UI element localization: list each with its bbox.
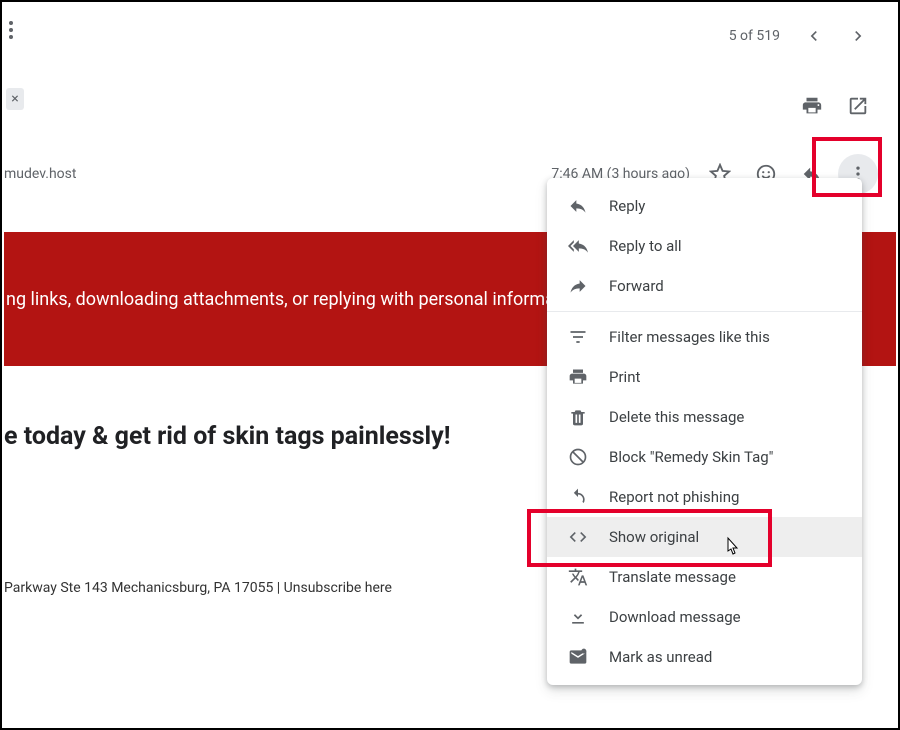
translate-icon xyxy=(567,566,589,588)
menu-reply[interactable]: Reply xyxy=(547,186,862,226)
open-in-new-button[interactable] xyxy=(838,86,878,126)
menu-reply-all[interactable]: Reply to all xyxy=(547,226,862,266)
menu-mark-unread[interactable]: Mark as unread xyxy=(547,637,862,677)
close-icon: × xyxy=(11,91,18,107)
code-icon xyxy=(567,526,589,548)
label-chip-remove[interactable]: × xyxy=(6,88,24,110)
more-menu: Reply Reply to all Forward Filter messag… xyxy=(547,178,862,685)
menu-reply-label: Reply xyxy=(609,197,645,215)
mark-unread-icon xyxy=(567,646,589,668)
menu-block[interactable]: Block "Remedy Skin Tag" xyxy=(547,437,862,477)
menu-show-original[interactable]: Show original xyxy=(547,517,862,557)
menu-mark-unread-label: Mark as unread xyxy=(609,648,712,666)
sender-domain: mudev.host xyxy=(4,166,76,182)
menu-download[interactable]: Download message xyxy=(547,597,862,637)
menu-translate[interactable]: Translate message xyxy=(547,557,862,597)
delete-icon xyxy=(567,406,589,428)
pager-text: 5 of 519 xyxy=(729,28,780,44)
menu-block-label: Block "Remedy Skin Tag" xyxy=(609,448,774,466)
forward-icon xyxy=(567,275,589,297)
menu-report[interactable]: Report not phishing xyxy=(547,477,862,517)
next-button[interactable] xyxy=(838,16,878,56)
subject-line: e today & get rid of skin tags painlessl… xyxy=(4,422,451,451)
print-icon xyxy=(567,366,589,388)
download-icon xyxy=(567,606,589,628)
menu-translate-label: Translate message xyxy=(609,568,736,586)
reply-icon xyxy=(567,195,589,217)
menu-report-label: Report not phishing xyxy=(609,488,739,506)
block-icon xyxy=(567,446,589,468)
menu-filter-label: Filter messages like this xyxy=(609,328,770,346)
menu-filter[interactable]: Filter messages like this xyxy=(547,317,862,357)
menu-download-label: Download message xyxy=(609,608,741,626)
reply-all-icon xyxy=(567,235,589,257)
menu-print-label: Print xyxy=(609,368,640,386)
print-button[interactable] xyxy=(792,86,832,126)
menu-print[interactable]: Print xyxy=(547,357,862,397)
menu-forward[interactable]: Forward xyxy=(547,266,862,306)
menu-show-original-label: Show original xyxy=(609,528,699,546)
overflow-icon-left[interactable] xyxy=(8,20,14,40)
menu-forward-label: Forward xyxy=(609,277,664,295)
footer-text: Parkway Ste 143 Mechanicsburg, PA 17055 … xyxy=(4,580,392,596)
filter-icon xyxy=(567,326,589,348)
menu-delete[interactable]: Delete this message xyxy=(547,397,862,437)
banner-text: ng links, downloading attachments, or re… xyxy=(6,289,555,310)
undo-icon xyxy=(567,486,589,508)
menu-reply-all-label: Reply to all xyxy=(609,237,682,255)
prev-button[interactable] xyxy=(794,16,834,56)
menu-separator xyxy=(547,311,862,312)
menu-delete-label: Delete this message xyxy=(609,408,744,426)
